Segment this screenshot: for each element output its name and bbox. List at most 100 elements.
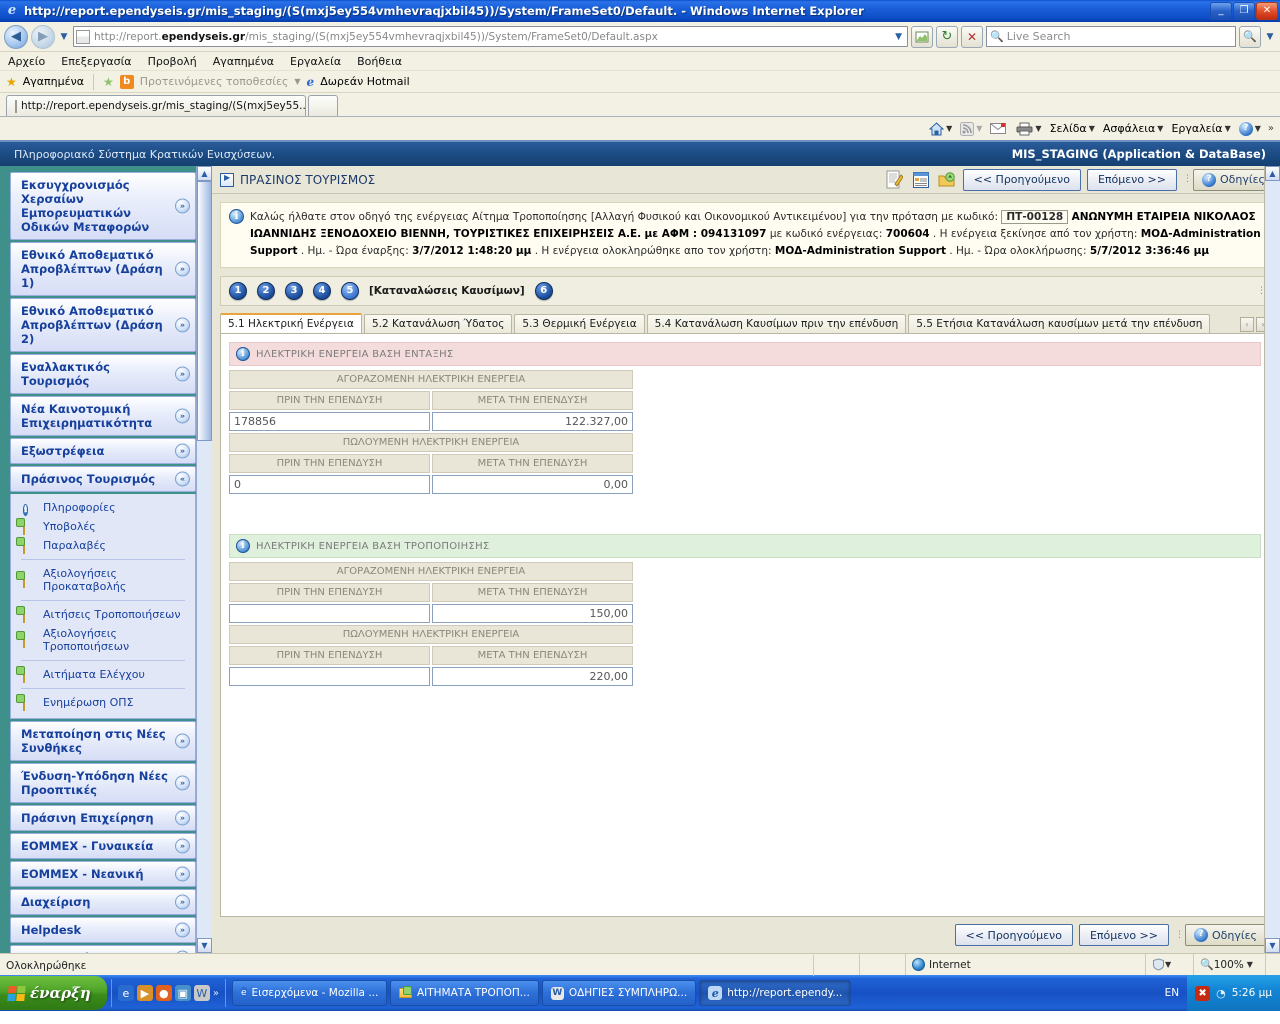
menu-item-edit[interactable]: Επεξεργασία (61, 55, 131, 68)
minimize-button[interactable]: _ (1210, 1, 1232, 20)
antivirus-icon[interactable]: ✖ (1195, 985, 1211, 1001)
chevron-down-icon[interactable]: » (175, 366, 190, 382)
task-button-word-doc[interactable]: W ΟΔΗΓΙΕΣ ΣΥΜΠΛΗΡΩ... (541, 980, 697, 1006)
sidebar-group-green-business[interactable]: Πράσινη Επιχείρηση » (10, 805, 196, 831)
search-input[interactable]: 🔍 Live Search (986, 26, 1236, 47)
print-icon[interactable]: ▼ (1013, 122, 1044, 136)
input-purchased-after-entry[interactable]: 122.327,00 (432, 412, 633, 431)
task-button-internet-explorer[interactable]: e http://report.ependy... (699, 980, 852, 1006)
step-2[interactable]: 2 (257, 282, 275, 300)
sidebar-group-extroversion[interactable]: Εξωστρέφεια » (10, 438, 196, 464)
sidebar-scroll-down-button[interactable]: ▼ (197, 938, 212, 953)
start-button[interactable]: έναρξη (0, 976, 107, 1010)
address-input[interactable]: http://report.ependyseis.gr/mis_staging/… (73, 26, 908, 47)
history-dropdown-icon[interactable]: ▼ (58, 32, 70, 42)
sidebar-scroll-up-button[interactable]: ▲ (197, 166, 212, 181)
sidebar-item-submissions[interactable]: Υποβολές (11, 517, 195, 536)
ie-quick-icon[interactable]: e (117, 985, 134, 1001)
sidebar-group-eommex-women[interactable]: ΕΟΜΜΕΧ - Γυναικεία » (10, 833, 196, 859)
chevron-down-icon[interactable]: » (175, 838, 190, 854)
browser-tab[interactable]: http://report.ependyseis.gr/mis_staging/… (6, 95, 306, 116)
chevron-down-icon[interactable]: » (175, 866, 190, 882)
mail-icon[interactable] (987, 122, 1011, 135)
suggested-sites-label[interactable]: Προτεινόμενες τοποθεσίες (140, 75, 289, 88)
resize-grip[interactable] (1266, 954, 1280, 975)
sidebar-group-clothing-footwear[interactable]: Ένδυση-Υπόδηση Νέες Προοπτικές » (10, 763, 196, 803)
step-3[interactable]: 3 (285, 282, 303, 300)
tools-menu[interactable]: Εργαλεία ▼ (1168, 122, 1233, 135)
suggested-sites-caret[interactable]: ▼ (294, 77, 300, 86)
input-purchased-before-mod[interactable] (229, 604, 430, 623)
step-1[interactable]: 1 (229, 282, 247, 300)
quick-launch-overflow-icon[interactable]: » (213, 988, 219, 999)
search-go-button[interactable]: 🔍 (1239, 25, 1261, 48)
compatibility-view-icon[interactable] (911, 25, 933, 48)
forward-button[interactable]: ▶ (31, 24, 55, 49)
tab-5-2-water-consumption[interactable]: 5.2 Κατανάλωση Ύδατος (363, 314, 513, 333)
hotmail-label[interactable]: Δωρεάν Hotmail (320, 75, 409, 88)
home-icon[interactable]: ▼ (926, 121, 955, 136)
back-button[interactable]: ◀ (4, 24, 28, 49)
sidebar-group-manufacturing[interactable]: Μεταποίηση στις Νέες Συνθήκες » (10, 721, 196, 761)
sidebar-scroll-track[interactable] (197, 181, 212, 938)
next-button-bottom[interactable]: Επόμενο >> (1078, 924, 1169, 946)
page-menu[interactable]: Σελίδα ▼ (1047, 122, 1098, 135)
menu-item-view[interactable]: Προβολή (148, 55, 197, 68)
prev-button-bottom[interactable]: << Προηγούμενο (954, 924, 1073, 946)
input-sold-before-mod[interactable] (229, 667, 430, 686)
add-favorite-icon[interactable]: ★ (103, 75, 114, 89)
help-button-top[interactable]: ? Οδηγίες (1193, 168, 1274, 191)
sidebar-group-management[interactable]: Διαχείριση » (10, 889, 196, 915)
next-button-top[interactable]: Επόμενο >> (1086, 168, 1177, 191)
sidebar-item-advance-evaluations[interactable]: Αξιολογήσεις Προκαταβολής (11, 564, 195, 596)
protected-mode-caret[interactable]: ▼ (1165, 960, 1171, 969)
step-4[interactable]: 4 (313, 282, 331, 300)
sidebar-group-road-transport[interactable]: Εκσυγχρονισμός Χερσαίων Εμπορευματικών Ο… (10, 172, 196, 240)
menu-item-file[interactable]: Αρχείο (8, 55, 45, 68)
input-purchased-after-mod[interactable]: 150,00 (432, 604, 633, 623)
tab-5-5-fuel-after[interactable]: 5.5 Ετήσια Κατανάλωση καυσίμων μετά την … (908, 314, 1211, 333)
menu-item-favorites[interactable]: Αγαπημένα (213, 55, 274, 68)
word-quick-icon[interactable]: W (193, 985, 210, 1001)
favorites-label[interactable]: Αγαπημένα (23, 75, 84, 88)
zoom-caret[interactable]: ▼ (1247, 960, 1253, 969)
media-quick-icon[interactable]: ▶ (136, 985, 153, 1001)
language-indicator[interactable]: EN (1157, 987, 1188, 999)
chevron-up-icon[interactable]: « (175, 471, 190, 487)
sidebar-group-reserve-1[interactable]: Εθνικό Αποθεματικό Απροβλέπτων (Δράση 1)… (10, 242, 196, 296)
step-5[interactable]: 5 (341, 282, 359, 300)
input-purchased-before-entry[interactable]: 178856 (229, 412, 430, 431)
address-dropdown-icon[interactable]: ▼ (892, 32, 905, 42)
chevron-down-icon[interactable]: » (175, 810, 190, 826)
prev-button-top[interactable]: << Προηγούμενο (962, 168, 1081, 191)
rss-caret[interactable]: ▼ (976, 124, 982, 133)
sidebar-group-new-innovative[interactable]: Νέα Καινοτομική Επιχειρηματικότητα » (10, 396, 196, 436)
chevron-down-icon[interactable]: » (175, 733, 190, 749)
zoom-level[interactable]: 🔍 100% ▼ (1194, 954, 1266, 975)
sidebar-item-modification-evaluations[interactable]: Αξιολογήσεις Τροποποιήσεων (11, 624, 195, 656)
content-scroll-track[interactable] (1265, 181, 1280, 938)
input-sold-after-entry[interactable]: 0,00 (432, 475, 633, 494)
sidebar-group-green-tourism[interactable]: Πράσινος Τουρισμός « (10, 466, 196, 492)
chevron-down-icon[interactable]: » (175, 950, 190, 953)
edit-document-icon[interactable] (885, 170, 905, 190)
sidebar-group-eommex-youth[interactable]: ΕΟΜΜΕΧ - Νεανική » (10, 861, 196, 887)
content-scrollbar[interactable]: ▲ ▼ (1264, 166, 1280, 953)
sidebar-scroll-thumb[interactable] (197, 181, 212, 441)
content-scroll-down-button[interactable]: ▼ (1265, 938, 1280, 953)
upload-folder-icon[interactable] (937, 170, 957, 190)
task-button-thunderbird[interactable]: e Εισερχόμενα - Mozilla ... (231, 980, 387, 1006)
menu-item-tools[interactable]: Εργαλεία (290, 55, 341, 68)
chevron-down-icon[interactable]: » (175, 775, 190, 791)
command-overflow-icon[interactable]: » (1268, 123, 1274, 134)
network-icon[interactable]: ◔ (1216, 987, 1226, 1000)
help-button-bottom[interactable]: ? Οδηγίες (1185, 924, 1266, 946)
tab-5-3-thermal-energy[interactable]: 5.3 Θερμική Ενέργεια (514, 314, 645, 333)
tab-5-4-fuel-before[interactable]: 5.4 Κατανάλωση Καυσίμων πριν την επένδυσ… (646, 314, 907, 333)
sidebar-group-reserve-2[interactable]: Εθνικό Αποθεματικό Απροβλέπτων (Δράση 2)… (10, 298, 196, 352)
sidebar-item-modification-requests[interactable]: Αιτήσεις Τροποποιήσεων (11, 605, 195, 624)
chevron-down-icon[interactable]: » (175, 261, 190, 277)
restore-button[interactable]: ❐ (1233, 1, 1255, 20)
content-scroll-up-button[interactable]: ▲ (1265, 166, 1280, 181)
refresh-button[interactable]: ↻ (936, 25, 958, 48)
